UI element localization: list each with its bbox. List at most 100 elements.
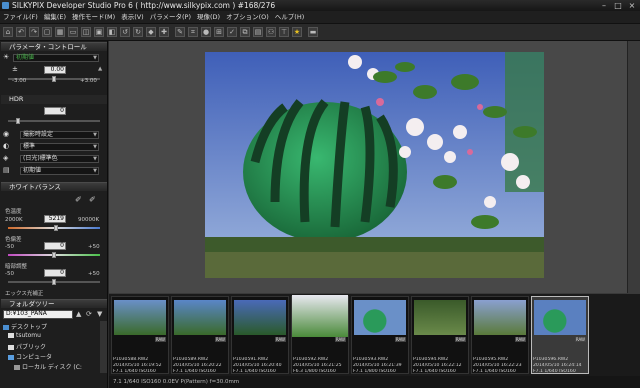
tree-item-local-disk[interactable]: ローカル ディスク (C: <box>14 362 82 371</box>
filmstrip-view-icon[interactable]: ▭ <box>68 27 78 37</box>
exposure-spin-icon[interactable]: ▲ <box>98 66 102 72</box>
color-icon[interactable]: ◐ <box>3 143 10 150</box>
thumbnail-item[interactable]: RAW P1030588.RW2 2014/05/10 16:19:52 F7.… <box>111 296 169 374</box>
highlight-warning-icon[interactable]: ◆ <box>146 27 156 37</box>
taste-preset-select[interactable]: 撮影時設定 ▼ <box>20 131 99 139</box>
thumbnail-image <box>174 300 226 335</box>
thumbnail-item[interactable]: RAW P1030593.RW2 2014/05/10 16:21:39 F7.… <box>351 296 409 374</box>
color-deviation-label: 色偏差 <box>5 237 22 243</box>
sharpness-preset-select[interactable]: 初期値 ▼ <box>20 167 99 175</box>
tree-item-label: コンピュータ <box>16 354 53 361</box>
folder-tree-scrollbar[interactable] <box>100 321 107 373</box>
maximize-button[interactable]: □ <box>612 1 624 10</box>
tree-item-label: ローカル ディスク (C: <box>22 364 82 371</box>
star-icon[interactable]: ★ <box>292 27 302 37</box>
crop-icon[interactable]: ⌗ <box>188 27 198 37</box>
eyedropper-auto-icon[interactable]: ✐ <box>89 195 96 204</box>
thumbnail-item-selected[interactable]: RAW P1030596.RW2 2014/05/10 16:24:14 F7.… <box>531 296 589 374</box>
dark-adjust-field[interactable]: 0 <box>44 269 66 277</box>
folder-menu-icon[interactable]: ▼ <box>97 310 102 318</box>
thumbnail-strip: RAW P1030588.RW2 2014/05/10 16:19:52 F7.… <box>109 293 640 388</box>
menu-help[interactable]: ヘルプ(H) <box>272 11 307 24</box>
rotate-left-icon[interactable]: ↺ <box>120 27 130 37</box>
minimize-button[interactable]: – <box>598 1 610 10</box>
undo-icon[interactable]: ↶ <box>16 27 26 37</box>
hdr-value-field[interactable]: 0 <box>44 107 66 115</box>
folder-tree-header[interactable]: フォルダツリー <box>1 299 107 308</box>
menu-parameter[interactable]: パラメータ(P) <box>147 11 194 24</box>
color-deviation-field[interactable]: 0 <box>44 242 66 250</box>
paste-icon[interactable]: ▤ <box>253 27 263 37</box>
preview-icon[interactable]: ◧ <box>107 27 117 37</box>
tree-item-computer[interactable]: コンピュータ <box>8 352 52 361</box>
exposure-preset-select[interactable]: 初期値 ▼ <box>13 54 99 62</box>
dark-adjust-slider[interactable] <box>8 279 100 285</box>
thumbnail-exif: F7.1 1/800 ISO160 <box>353 369 396 374</box>
eyedropper-icon[interactable]: ✐ <box>75 195 82 204</box>
tree-item-user[interactable]: tsutomu <box>8 332 41 339</box>
color-temp-field[interactable]: 5219 <box>44 215 66 223</box>
hdr-slider-thumb[interactable] <box>16 118 20 124</box>
exposure-value-field[interactable]: 0.00 <box>44 66 66 74</box>
main-preview-image <box>205 52 544 278</box>
thumbnail-date: 2014/05/10 16:21:39 <box>353 363 402 368</box>
sharpness-icon[interactable]: ▤ <box>3 167 10 174</box>
folder-up-icon[interactable]: ▲ <box>76 310 81 318</box>
thumbnail-item[interactable]: RAW P1030591.RW2 2014/05/10 16:20:40 F7.… <box>231 296 289 374</box>
single-view-icon[interactable]: ▢ <box>42 27 52 37</box>
exposure-slider-thumb[interactable] <box>52 76 56 82</box>
hdr-slider[interactable] <box>8 118 100 124</box>
thumbnail-item[interactable]: RAW P1030592.RW2 2014/05/10 16:21:25 F6.… <box>291 295 349 374</box>
control-panel: パラメータ・コントロール ☀ 初期値 ▼ 0.00 ▲ ± -3.00 +3.00… <box>0 41 108 388</box>
menu-mode[interactable]: 操作モード(M) <box>69 11 118 24</box>
color-temp-slider[interactable] <box>8 225 100 231</box>
grid-view-icon[interactable]: ▦ <box>55 27 65 37</box>
menu-edit[interactable]: 編集(E) <box>41 11 69 24</box>
exposure-icon[interactable]: ☀ <box>3 54 10 61</box>
monitor-icon[interactable]: ▬ <box>308 27 318 37</box>
exposure-auto-icon[interactable]: ± <box>12 66 19 73</box>
dark-adjust-thumb[interactable] <box>52 279 56 285</box>
tree-item-desktop[interactable]: デスクトップ <box>3 322 47 331</box>
refresh-icon[interactable]: ⟳ <box>86 310 92 318</box>
skin-preset-select[interactable]: (日光)標準色 ▼ <box>20 155 99 163</box>
skin-color-icon[interactable]: ◈ <box>3 155 10 162</box>
white-balance-header[interactable]: ホワイトバランス <box>1 182 107 191</box>
color-deviation-slider[interactable] <box>8 252 100 258</box>
menu-view[interactable]: 表示(V) <box>118 11 147 24</box>
straighten-icon[interactable]: ⊞ <box>214 27 224 37</box>
thumbnail-item[interactable]: RAW P1030589.RW2 2014/05/10 16:20:22 F7.… <box>171 296 229 374</box>
pen-icon[interactable]: ✎ <box>175 27 185 37</box>
viewer-scrollbar[interactable] <box>627 41 640 293</box>
copy-icon[interactable]: ⧉ <box>240 27 250 37</box>
menu-option[interactable]: オプション(O) <box>223 11 272 24</box>
connect-icon[interactable]: ⚇ <box>266 27 276 37</box>
full-view-icon[interactable]: ▣ <box>94 27 104 37</box>
raw-badge: RAW <box>514 337 526 342</box>
mark-icon[interactable]: ✓ <box>227 27 237 37</box>
status-text: 7.1 1/640 ISO160 0.0EV P(Pattern) f=30.0… <box>113 379 240 385</box>
thumbnail-image <box>534 300 586 335</box>
tag-icon[interactable]: ✚ <box>159 27 169 37</box>
color-deviation-thumb[interactable] <box>52 252 56 258</box>
folder-path-input[interactable]: D:¥103_PANA <box>3 310 73 319</box>
rotate-right-icon[interactable]: ↻ <box>133 27 143 37</box>
menu-develop[interactable]: 現像(D) <box>194 11 223 24</box>
thumbnail-item[interactable]: RAW P1030595.RW2 2014/05/10 16:22:23 F7.… <box>471 296 529 374</box>
home-icon[interactable]: ⌂ <box>3 27 13 37</box>
develop-icon[interactable]: ⊤ <box>279 27 289 37</box>
param-control-header[interactable]: パラメータ・コントロール <box>1 42 107 51</box>
close-button[interactable]: × <box>626 1 638 10</box>
taste-icon[interactable]: ◉ <box>3 131 10 138</box>
chevron-down-icon: ▼ <box>93 144 97 150</box>
menu-file[interactable]: ファイル(F) <box>0 11 41 24</box>
redo-icon[interactable]: ↷ <box>29 27 39 37</box>
color-temp-thumb[interactable] <box>54 225 58 231</box>
tree-item-public[interactable]: パブリック <box>8 342 46 351</box>
thumbnail-exif: F7.1 1/640 ISO160 <box>113 369 156 374</box>
thumbnail-item[interactable]: RAW P1030594.RW2 2014/05/10 16:22:12 F7.… <box>411 296 469 374</box>
compare-view-icon[interactable]: ◫ <box>81 27 91 37</box>
thumbnail-date: 2014/05/10 16:20:22 <box>173 363 222 368</box>
color-preset-select[interactable]: 標準 ▼ <box>20 143 99 151</box>
spot-icon[interactable]: ● <box>201 27 211 37</box>
